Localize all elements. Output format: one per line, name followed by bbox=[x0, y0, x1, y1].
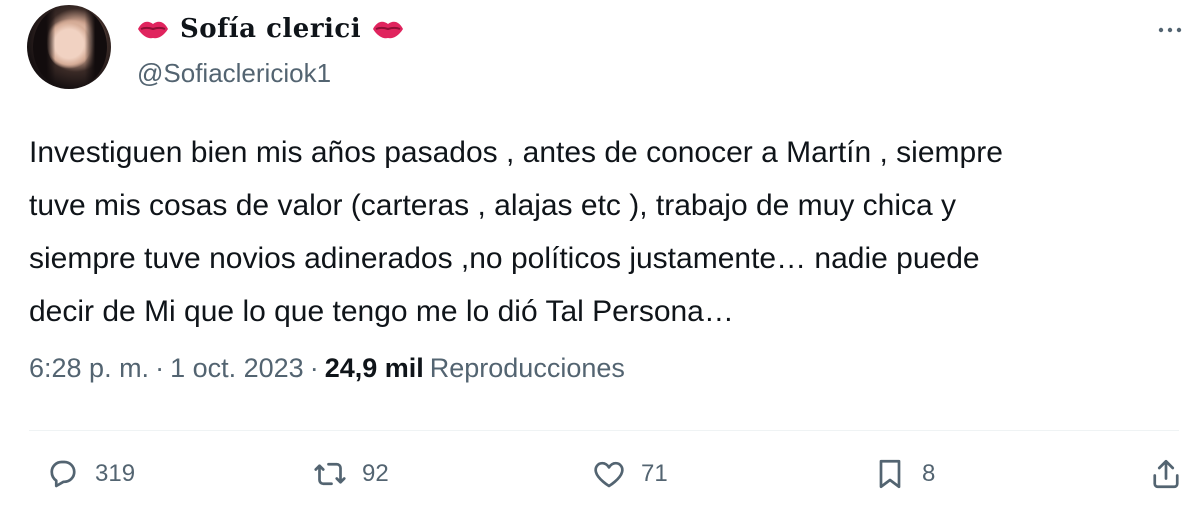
views-label: Reproducciones bbox=[429, 353, 625, 383]
bookmark-count: 8 bbox=[922, 460, 936, 487]
share-icon bbox=[1153, 459, 1179, 489]
bookmark-button[interactable]: 8 bbox=[872, 456, 935, 492]
lips-icon bbox=[138, 21, 168, 39]
reply-count: 319 bbox=[95, 460, 136, 487]
tweet-time[interactable]: 6:28 p. m. bbox=[29, 353, 149, 384]
bookmark-icon bbox=[879, 459, 901, 489]
more-icon[interactable] bbox=[1158, 14, 1182, 40]
author-handle[interactable]: @Sofiaclericiok1 bbox=[137, 58, 331, 89]
tweet-date[interactable]: 1 oct. 2023 bbox=[170, 353, 304, 384]
author-name-row[interactable]: Sofía clerici bbox=[136, 8, 405, 50]
retweet-button[interactable]: 92 bbox=[312, 456, 389, 492]
avatar[interactable] bbox=[27, 5, 111, 89]
divider bbox=[29, 430, 1179, 431]
like-icon bbox=[594, 461, 624, 488]
action-bar: 319 92 71 8 bbox=[0, 448, 1200, 508]
share-button[interactable] bbox=[1148, 456, 1184, 492]
reply-button[interactable]: 319 bbox=[45, 456, 135, 492]
like-count: 71 bbox=[641, 460, 668, 487]
reply-icon bbox=[50, 460, 76, 488]
meta-separator: · bbox=[309, 353, 319, 383]
views-count: 24,9 mil bbox=[324, 353, 424, 383]
tweet-meta: 6:28 p. m. · 1 oct. 2023 · 24,9 mil Repr… bbox=[29, 353, 625, 384]
meta-separator: · bbox=[155, 353, 165, 383]
lips-icon bbox=[373, 21, 404, 39]
like-button[interactable]: 71 bbox=[591, 456, 668, 492]
retweet-icon bbox=[314, 462, 346, 486]
retweet-count: 92 bbox=[362, 460, 389, 487]
tweet-text: Investiguen bien mis años pasados , ante… bbox=[29, 136, 1003, 328]
display-name: Sofía clerici bbox=[180, 14, 362, 44]
